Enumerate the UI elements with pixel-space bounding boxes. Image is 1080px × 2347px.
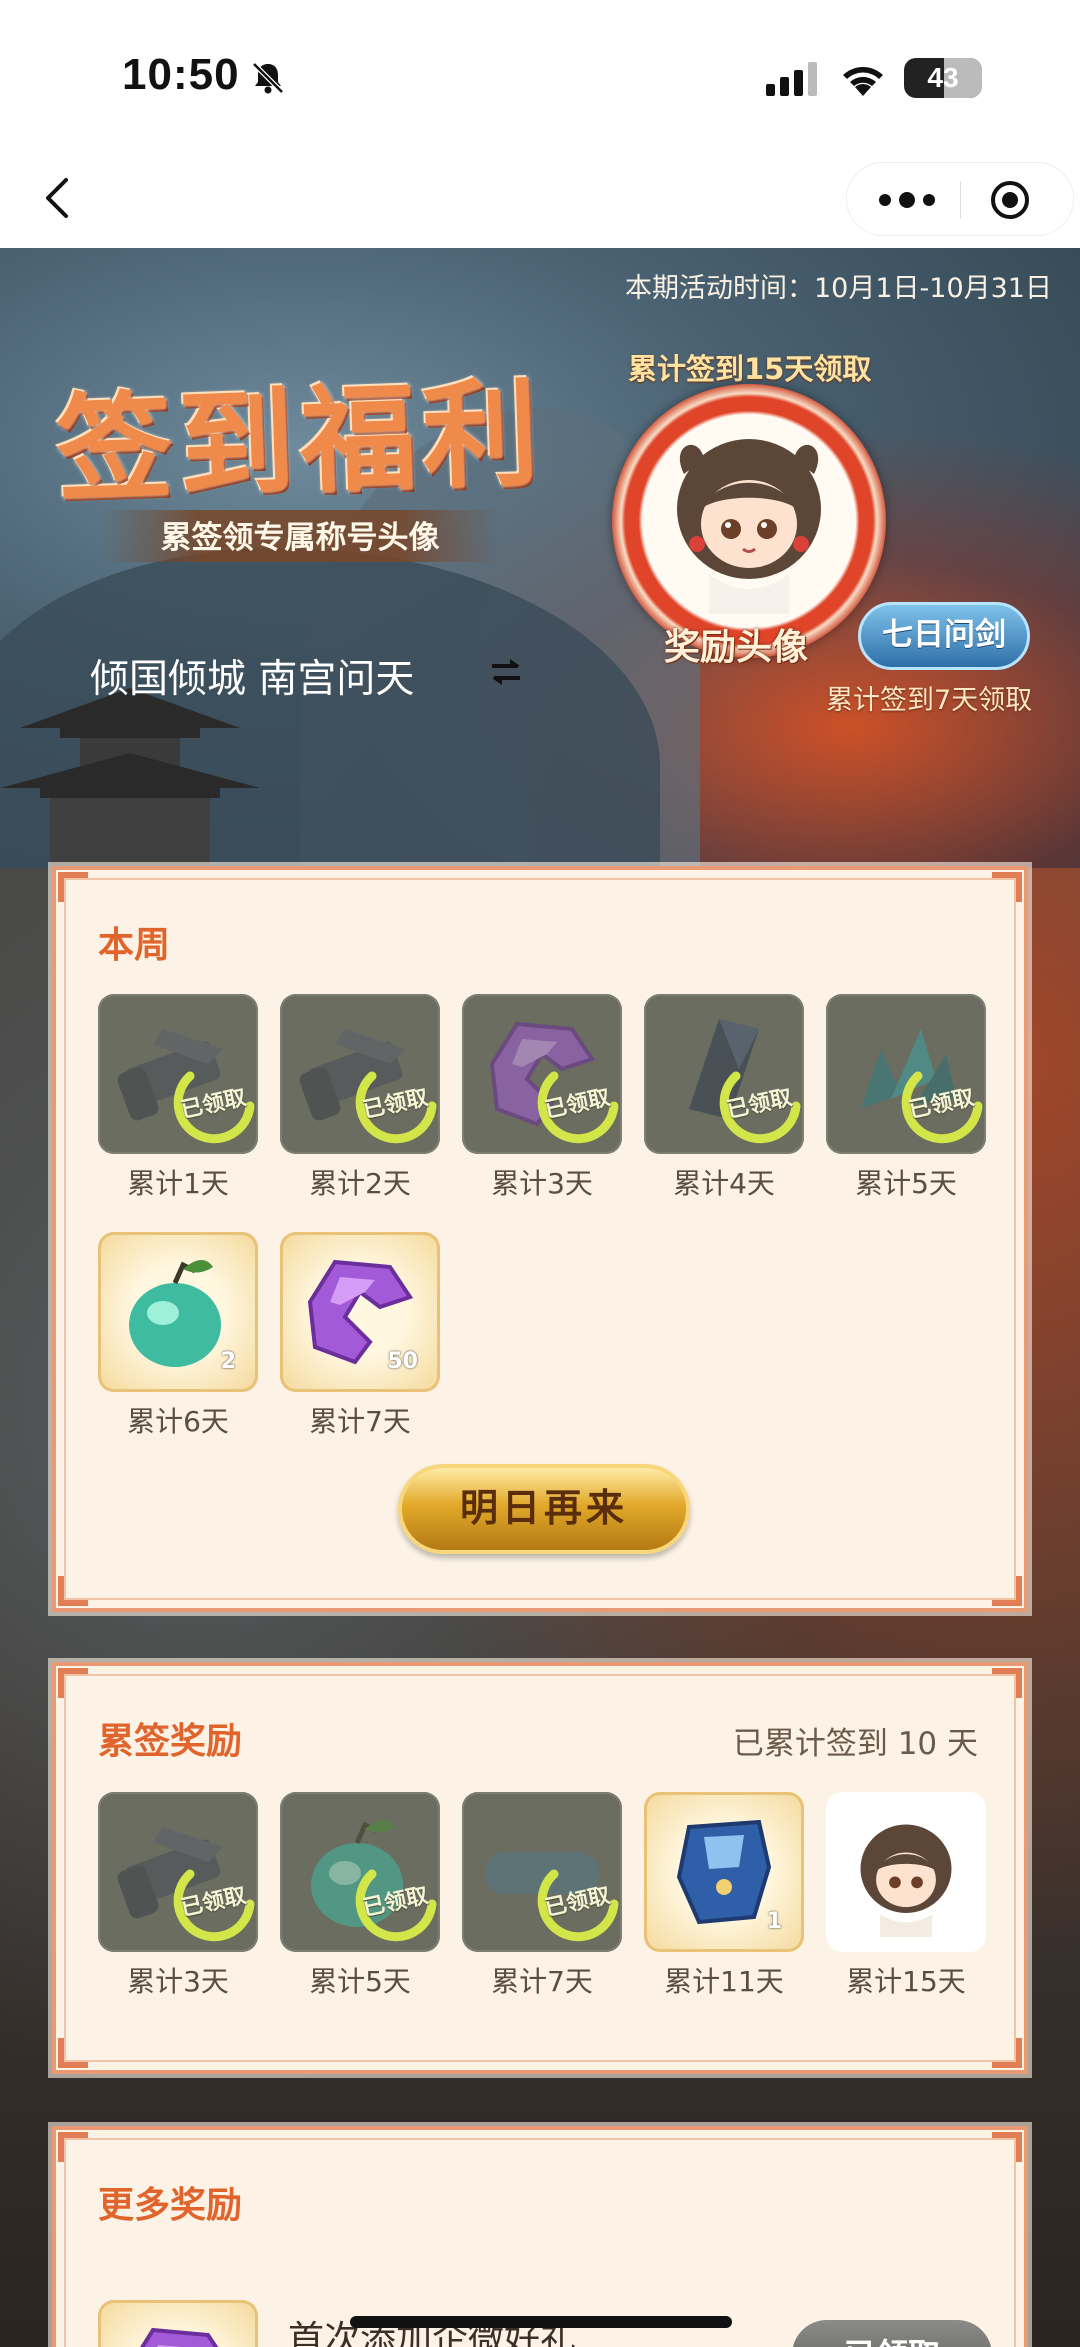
item-quantity: 50 [387, 1349, 418, 1374]
reward-tile [826, 1792, 986, 1952]
reward-tile: 已领取 [462, 994, 622, 1154]
status-time: 10:50 [122, 50, 240, 99]
nav-bar [0, 150, 1080, 248]
reward-tile: 2 [98, 1232, 258, 1392]
avatar-tag: 奖励头像 [664, 626, 809, 668]
reward-tile: 已领取 [280, 1792, 440, 1952]
reward-item[interactable]: 累计15天 [826, 1792, 986, 2000]
back-arrow-icon[interactable] [38, 168, 78, 228]
reward-tile: 已领取 [644, 994, 804, 1154]
banner-title: 签到福利 [54, 365, 547, 519]
item-quantity: 2 [220, 1349, 236, 1374]
weekly-panel: 本周 已领取 累计1天 已领取 累计2天 已领取 累计3天 已领取 累计4天 已领取 累计5天 2 累… [52, 866, 1028, 1612]
reward-item[interactable]: 50 累计7天 [280, 1232, 440, 1440]
reward-tile: 已领取 [462, 1792, 622, 1952]
reward-tile: 已领取 [280, 994, 440, 1154]
battery-indicator: 43 [904, 58, 982, 98]
cellular-signal-icon [766, 62, 817, 96]
reward-tile: 1 [644, 1792, 804, 1952]
avatar-caption: 累计签到15天领取 [628, 352, 872, 386]
reward-tile: 已领取 [826, 994, 986, 1154]
reward-item[interactable]: 已领取累计3天 [98, 1792, 258, 2000]
come-back-tomorrow-button[interactable]: 明日再来 [398, 1464, 690, 1554]
day-label: 累计7天 [491, 1965, 593, 1998]
purple-gem-icon [113, 2315, 243, 2347]
day-label: 累计15天 [846, 1965, 966, 1998]
day-label: 累计5天 [855, 1167, 957, 1200]
reward-item[interactable]: 已领取累计4天 [644, 994, 804, 1202]
day-label: 累计4天 [673, 1167, 775, 1200]
swap-icon[interactable] [488, 656, 524, 688]
wifi-icon [843, 67, 883, 96]
home-indicator [350, 2316, 732, 2328]
day-label: 累计3天 [491, 1167, 593, 1200]
reward-item[interactable]: 已领取累计5天 [280, 1792, 440, 2000]
reward-item[interactable]: 已领取累计7天 [462, 1792, 622, 2000]
cumulative-summary: 已累计签到 10 天 [732, 1726, 978, 1762]
day-label: 累计5天 [309, 1965, 411, 1998]
title-badge: 七日问剑 [858, 602, 1030, 670]
miniprogram-capsule [846, 162, 1074, 236]
item-quantity: 1 [766, 1909, 782, 1934]
reward-item[interactable]: 已领取累计2天 [280, 994, 440, 1202]
close-miniprogram-icon[interactable] [989, 179, 1031, 221]
bell-muted-icon [252, 62, 284, 94]
reward-tile: 已领取 [98, 1792, 258, 1952]
reward-avatar [612, 384, 886, 658]
day-label: 累计3天 [127, 1965, 229, 1998]
reward-item-tile [98, 2300, 258, 2347]
reward-tile: 已领取 [98, 994, 258, 1154]
badge-caption: 累计签到7天领取 [826, 685, 1033, 716]
day-label: 累计2天 [309, 1167, 411, 1200]
reward-item[interactable]: 2 累计6天 [98, 1232, 258, 1440]
character-avatar-icon [860, 1824, 952, 1937]
reward-item[interactable]: 1 累计11天 [644, 1792, 804, 2000]
cumulative-title: 累签奖励 [98, 1721, 243, 1762]
day-label: 累计6天 [127, 1405, 229, 1438]
reward-item[interactable]: 已领取累计3天 [462, 994, 622, 1202]
character-avatar-icon [677, 439, 821, 614]
reward-item[interactable]: 已领取累计1天 [98, 994, 258, 1202]
day-label: 累计7天 [309, 1405, 411, 1438]
character-name[interactable]: 倾国倾城 南宫问天 [90, 648, 414, 704]
banner-subtitle: 累签领专属称号头像 [160, 520, 440, 556]
activity-banner: 本期活动时间：10月1日-10月31日 签到福利 累签领专属称号头像 倾国倾城 … [0, 248, 1080, 868]
status-bar: 10:50 43 [0, 0, 1080, 150]
weekly-title: 本周 [98, 925, 171, 966]
activity-period: 本期活动时间：10月1日-10月31日 [625, 273, 1052, 304]
more-rewards-title: 更多奖励 [98, 2185, 243, 2226]
cumulative-panel: 累签奖励 已累计签到 10 天 已领取 累计3天 已领取 累计5天 已领取 累计7天 1 累计… [52, 1662, 1028, 2074]
more-options-icon[interactable] [875, 187, 939, 213]
more-rewards-panel: 更多奖励 首次添加企微好礼 已领取 [52, 2126, 1028, 2347]
day-label: 累计1天 [127, 1167, 229, 1200]
day-label: 累计11天 [664, 1965, 784, 1998]
claimed-button[interactable]: 已领取 [792, 2320, 992, 2347]
reward-item[interactable]: 已领取累计5天 [826, 994, 986, 1202]
reward-tile: 50 [280, 1232, 440, 1392]
